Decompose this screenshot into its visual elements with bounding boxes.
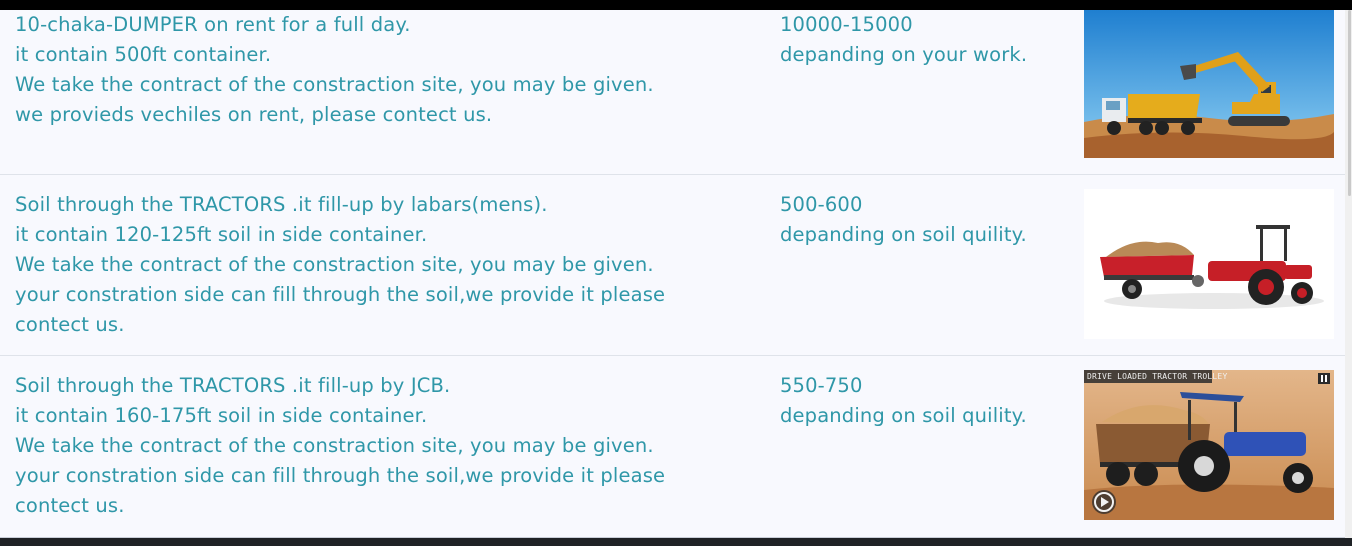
browser-bottom-edge: [0, 538, 1352, 546]
browser-top-edge: [0, 0, 1352, 10]
scrollbar-thumb[interactable]: [1348, 10, 1351, 196]
table-row: Soil through the TRACTORS .it fill-up by…: [0, 175, 1345, 356]
dumper-excavator-image: [1084, 10, 1334, 158]
services-table: 10-chaka-DUMPER on rent for a full day. …: [0, 10, 1345, 538]
price-range: 10000-15000: [780, 13, 913, 36]
service-description: 10-chaka-DUMPER on rent for a full day. …: [15, 10, 715, 130]
description-line: Soil through the TRACTORS .it fill-up by…: [15, 374, 451, 397]
description-line: it contain 500ft container.: [15, 43, 272, 66]
service-description: Soil through the TRACTORS .it fill-up by…: [15, 371, 715, 521]
service-price: 550-750 depanding on soil quility.: [780, 371, 1070, 431]
service-price: 10000-15000 depanding on your work.: [780, 10, 1070, 70]
blue-tractor-trolley-image[interactable]: DRIVE LOADED TRACTOR TROLLEY: [1084, 370, 1334, 520]
price-note: depanding on your work.: [780, 43, 1028, 66]
price-note: depanding on soil quility.: [780, 404, 1027, 427]
description-line: We take the contract of the constraction…: [15, 253, 654, 276]
image-caption: DRIVE LOADED TRACTOR TROLLEY: [1087, 372, 1228, 381]
description-line: your constration side can fill through t…: [15, 464, 666, 487]
service-price: 500-600 depanding on soil quility.: [780, 190, 1070, 250]
table-row: Soil through the TRACTORS .it fill-up by…: [0, 356, 1345, 538]
description-line: 10-chaka-DUMPER on rent for a full day.: [15, 13, 411, 36]
table-row: 10-chaka-DUMPER on rent for a full day. …: [0, 10, 1345, 175]
red-tractor-trolley-image: [1084, 189, 1334, 339]
description-line: your constration side can fill through t…: [15, 283, 666, 306]
price-note: depanding on soil quility.: [780, 223, 1027, 246]
description-line: we provieds vechiles on rent, please con…: [15, 103, 493, 126]
price-range: 500-600: [780, 193, 863, 216]
description-line: it contain 120-125ft soil in side contai…: [15, 223, 428, 246]
description-line: We take the contract of the constraction…: [15, 434, 654, 457]
service-description: Soil through the TRACTORS .it fill-up by…: [15, 190, 715, 340]
description-line: contect us.: [15, 313, 125, 336]
description-line: Soil through the TRACTORS .it fill-up by…: [15, 193, 548, 216]
description-line: We take the contract of the constraction…: [15, 73, 654, 96]
description-line: contect us.: [15, 494, 125, 517]
price-range: 550-750: [780, 374, 863, 397]
description-line: it contain 160-175ft soil in side contai…: [15, 404, 428, 427]
